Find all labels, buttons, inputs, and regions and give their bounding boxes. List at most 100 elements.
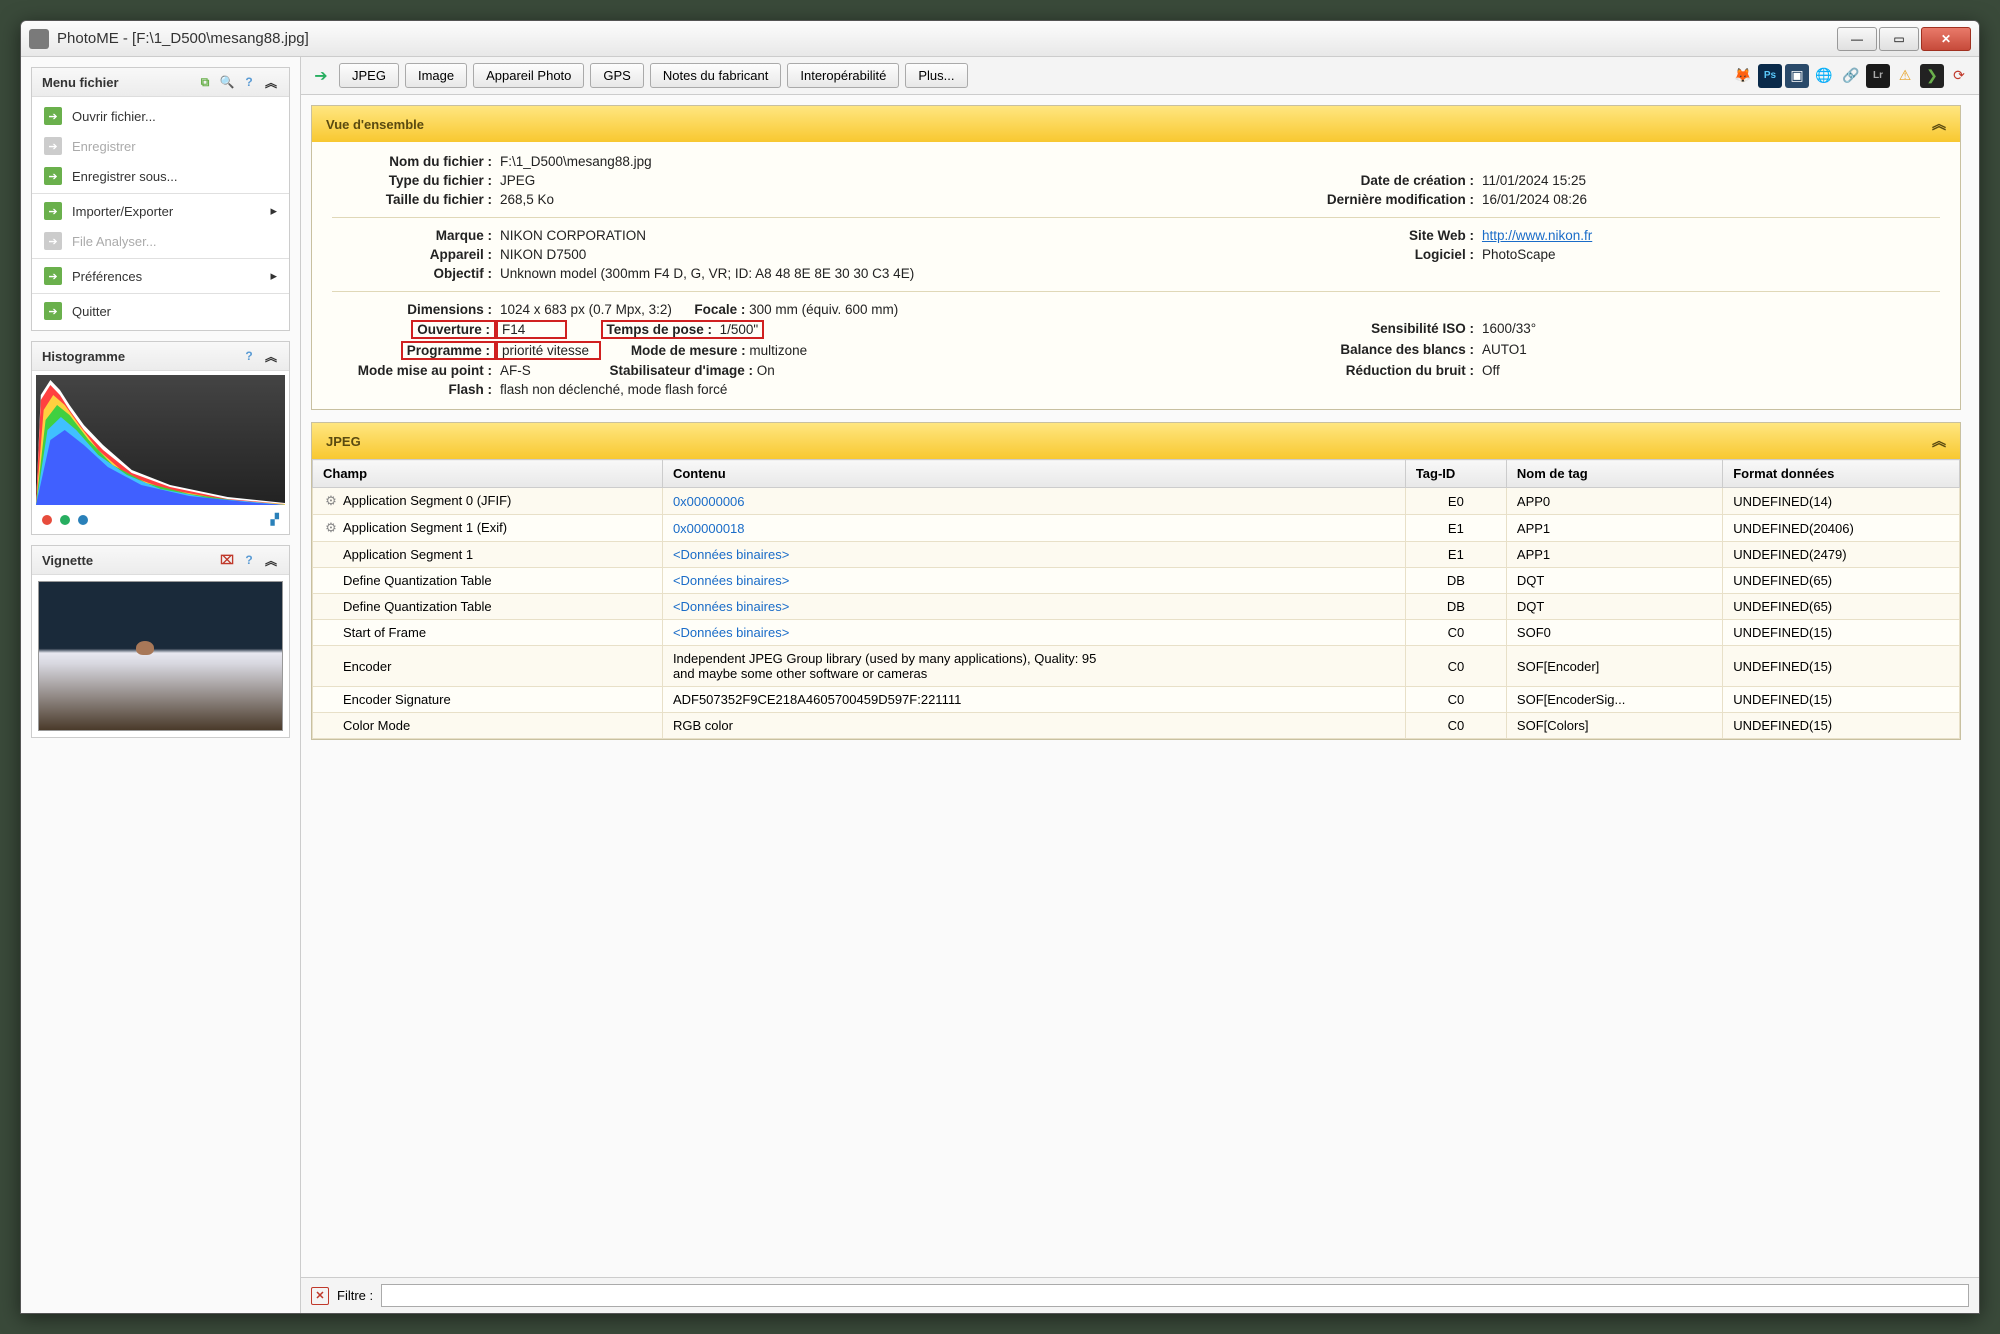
overview-title: Vue d'ensemble [326, 117, 424, 132]
aperture-exposure-row: F14 Temps de pose : 1/500" [500, 321, 1246, 338]
jpeg-table: ChampContenuTag-IDNom de tagFormat donné… [312, 459, 1960, 739]
table-row[interactable]: Define Quantization Table<Données binair… [313, 594, 1960, 620]
menu-item: ➔Enregistrer [32, 131, 289, 161]
menu-item-label: Préférences [72, 269, 142, 284]
tab-button[interactable]: JPEG [339, 63, 399, 88]
help-icon[interactable]: ? [241, 552, 257, 568]
data-format: UNDEFINED(2479) [1723, 542, 1960, 568]
creation-value: 11/01/2024 15:25 [1482, 173, 1940, 188]
flash-label: Flash : [332, 382, 492, 397]
model-label: Appareil : [332, 247, 492, 262]
red-channel-dot[interactable] [42, 515, 52, 525]
maximize-button[interactable] [1879, 27, 1919, 51]
tab-button[interactable]: Notes du fabricant [650, 63, 782, 88]
chevron-up-icon[interactable]: ︽ [1932, 431, 1946, 451]
column-header[interactable]: Format données [1723, 460, 1960, 488]
data-format: UNDEFINED(15) [1723, 687, 1960, 713]
field-content[interactable]: 0x00000018 [662, 515, 1405, 542]
table-row[interactable]: Define Quantization Table<Données binair… [313, 568, 1960, 594]
tag-name: APP1 [1506, 542, 1722, 568]
focus-stabilizer-row: AF-S Stabilisateur d'image : On [500, 363, 1246, 378]
column-header[interactable]: Contenu [662, 460, 1405, 488]
tab-button[interactable]: GPS [590, 63, 643, 88]
table-row[interactable]: Color ModeRGB colorC0SOF[Colors]UNDEFINE… [313, 713, 1960, 739]
overview-header[interactable]: Vue d'ensemble ︽ [312, 106, 1960, 142]
table-row[interactable]: Application Segment 1<Données binaires>E… [313, 542, 1960, 568]
firefox-icon[interactable]: 🦊 [1731, 64, 1755, 88]
tag-id: DB [1405, 568, 1506, 594]
chevron-up-icon[interactable]: ︽ [1932, 114, 1946, 134]
table-row[interactable]: ⚙Application Segment 1 (Exif)0x00000018E… [313, 515, 1960, 542]
jpeg-header[interactable]: JPEG ︽ [312, 423, 1960, 459]
green-channel-dot[interactable] [60, 515, 70, 525]
thumbnail-remove-icon[interactable]: ⌧ [219, 552, 235, 568]
tab-button[interactable]: Plus... [905, 63, 967, 88]
arrow-icon: ➔ [44, 167, 62, 185]
content-scroll[interactable]: Vue d'ensemble ︽ Nom du fichier : F:\1_D… [301, 95, 1979, 1277]
histogram-header[interactable]: Histogramme ? ︽ [32, 342, 289, 371]
tag-name: SOF[EncoderSig... [1506, 687, 1722, 713]
photoshop-icon[interactable]: Ps [1758, 64, 1782, 88]
field-content[interactable]: <Données binaires> [662, 594, 1405, 620]
field-name: Encoder Signature [343, 692, 451, 707]
terminal-icon[interactable]: ❯ [1920, 64, 1944, 88]
model-value: NIKON D7500 [500, 247, 1246, 262]
nav-forward-icon[interactable]: ➔ [309, 64, 333, 88]
program-metering-row: priorité vitesse Mode de mesure : multiz… [500, 342, 1246, 359]
copy-icon[interactable]: ⧉ [197, 74, 213, 90]
modified-label: Dernière modification : [1254, 192, 1474, 207]
field-content[interactable]: <Données binaires> [662, 620, 1405, 646]
table-row[interactable]: EncoderIndependent JPEG Group library (u… [313, 646, 1960, 687]
link-icon[interactable]: 🔗 [1839, 64, 1863, 88]
wb-value: AUTO1 [1482, 342, 1940, 359]
collapse-icon[interactable]: ︽ [263, 74, 279, 90]
close-button[interactable] [1921, 27, 1971, 51]
table-row[interactable]: ⚙Application Segment 0 (JFIF)0x00000006E… [313, 488, 1960, 515]
help-icon[interactable]: ? [241, 348, 257, 364]
filter-bar: ✕ Filtre : [301, 1277, 1979, 1313]
menu-item-label: Importer/Exporter [72, 204, 173, 219]
field-content[interactable]: <Données binaires> [662, 568, 1405, 594]
menu-item[interactable]: ➔Ouvrir fichier... [32, 101, 289, 131]
menu-item[interactable]: ➔Préférences▸ [32, 261, 289, 291]
overview-section: Vue d'ensemble ︽ Nom du fichier : F:\1_D… [311, 105, 1961, 410]
column-header[interactable]: Tag-ID [1405, 460, 1506, 488]
tab-button[interactable]: Image [405, 63, 467, 88]
website-value[interactable]: http://www.nikon.fr [1482, 228, 1940, 243]
histogram-tool-icon[interactable]: ▞ [271, 513, 279, 526]
field-content[interactable]: <Données binaires> [662, 542, 1405, 568]
field-content[interactable]: 0x00000006 [662, 488, 1405, 515]
column-header[interactable]: Champ [313, 460, 663, 488]
tag-name: SOF[Colors] [1506, 713, 1722, 739]
tab-button[interactable]: Appareil Photo [473, 63, 584, 88]
close-filter-icon[interactable]: ✕ [311, 1287, 329, 1305]
menu-item[interactable]: ➔Quitter [32, 296, 289, 326]
arrow-icon: ➔ [44, 232, 62, 250]
refresh-icon[interactable]: ⟳ [1947, 64, 1971, 88]
toolbar: ➔ JPEGImageAppareil PhotoGPS Notes du fab… [301, 57, 1979, 95]
collapse-icon[interactable]: ︽ [263, 552, 279, 568]
column-header[interactable]: Nom de tag [1506, 460, 1722, 488]
filter-input[interactable] [381, 1284, 1969, 1307]
titlebar[interactable]: PhotoME - [F:\1_D500\mesang88.jpg] [21, 21, 1979, 57]
blue-channel-dot[interactable] [78, 515, 88, 525]
tab-button[interactable]: Interopérabilité [787, 63, 899, 88]
thumbnail-image[interactable] [38, 581, 283, 731]
search-icon[interactable]: 🔍 [219, 74, 235, 90]
file-menu-header[interactable]: Menu fichier ⧉ 🔍 ? ︽ [32, 68, 289, 97]
menu-item[interactable]: ➔Enregistrer sous... [32, 161, 289, 191]
globe-icon[interactable]: 🌐 [1812, 64, 1836, 88]
collapse-icon[interactable]: ︽ [263, 348, 279, 364]
table-row[interactable]: Encoder SignatureADF507352F9CE218A460570… [313, 687, 1960, 713]
table-row[interactable]: Start of Frame<Données binaires>C0SOF0UN… [313, 620, 1960, 646]
tag-id: C0 [1405, 713, 1506, 739]
help-icon[interactable]: ? [241, 74, 257, 90]
minimize-button[interactable] [1837, 27, 1877, 51]
screen-icon[interactable]: ▣ [1785, 64, 1809, 88]
field-name: Application Segment 0 (JFIF) [343, 493, 511, 508]
warning-icon[interactable]: ⚠ [1893, 64, 1917, 88]
thumbnail-header[interactable]: Vignette ⌧ ? ︽ [32, 546, 289, 575]
menu-item[interactable]: ➔Importer/Exporter▸ [32, 196, 289, 226]
chevron-right-icon: ▸ [270, 268, 277, 284]
lightroom-icon[interactable]: Lr [1866, 64, 1890, 88]
